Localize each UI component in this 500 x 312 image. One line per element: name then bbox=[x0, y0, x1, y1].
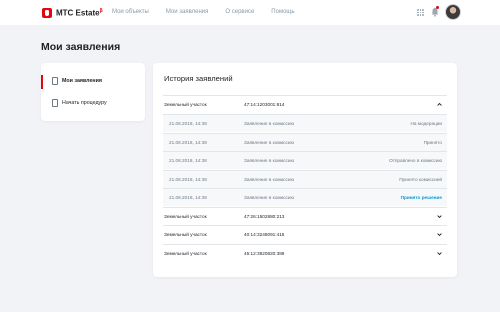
entry-date: 21.08.2018, 14:38 bbox=[169, 121, 207, 126]
history-entry-row: 21.08.2018, 14:38 Заявление в комиссию П… bbox=[163, 133, 447, 151]
object-type: Земельный участок bbox=[164, 251, 207, 256]
logo-text: МТС Estateβ bbox=[56, 7, 103, 18]
sidebar-item-label: Мои заявления bbox=[62, 78, 102, 84]
entry-event: Заявление в комиссию bbox=[244, 177, 294, 182]
object-type: Земельный участок bbox=[164, 232, 207, 237]
entry-event: Заявление в комиссию bbox=[244, 195, 294, 200]
history-group-row[interactable]: Земельный участок 47:26:1502880:213 bbox=[163, 207, 447, 225]
entry-status: Принято комиссией bbox=[399, 177, 442, 182]
history-group-row[interactable]: Земельный участок 40:14:3248091:415 bbox=[163, 225, 447, 243]
document-icon bbox=[52, 99, 58, 107]
top-header: МТС Estateβ Мои объекты Мои заявления О … bbox=[0, 0, 500, 25]
entry-event: Заявление в комиссию bbox=[244, 121, 294, 126]
entry-date: 21.08.2018, 14:38 bbox=[169, 195, 207, 200]
chevron-down-icon[interactable] bbox=[437, 214, 442, 219]
sidebar-item-start-procedure[interactable]: Начать процедуру bbox=[41, 94, 145, 112]
sidebar-item-my-applications[interactable]: Мои заявления bbox=[41, 72, 145, 90]
cadastral-number: 45:12:3820820:389 bbox=[244, 251, 285, 256]
history-group-row[interactable]: Земельный участок 45:12:3820820:389 bbox=[163, 244, 447, 262]
entry-event: Заявление в комиссию bbox=[244, 140, 294, 145]
cadastral-number: 47:14:1203001:814 bbox=[244, 102, 285, 107]
object-type: Земельный участок bbox=[164, 102, 207, 107]
entry-event: Заявление в комиссию bbox=[244, 158, 294, 163]
entry-status: Отправлено в комиссию bbox=[389, 158, 442, 163]
entry-date: 21.08.2018, 14:38 bbox=[169, 177, 207, 182]
cadastral-number: 47:26:1502880:213 bbox=[244, 214, 285, 219]
entry-date: 21.08.2018, 14:38 bbox=[169, 158, 207, 163]
nav-my-applications[interactable]: Мои заявления bbox=[166, 8, 209, 16]
notification-dot bbox=[436, 6, 439, 9]
entry-status: На модерации bbox=[410, 121, 443, 126]
nav-help[interactable]: Помощь bbox=[271, 8, 294, 16]
apps-grid-icon[interactable] bbox=[417, 9, 424, 16]
history-group-row[interactable]: Земельный участок 47:14:1203001:814 bbox=[163, 95, 447, 113]
avatar[interactable] bbox=[445, 4, 461, 20]
sidebar: Мои заявления Начать процедуру bbox=[41, 63, 145, 121]
nav-about[interactable]: О сервисе bbox=[225, 8, 254, 16]
object-type: Земельный участок bbox=[164, 214, 207, 219]
entry-status-decision-link[interactable]: Принято решение bbox=[401, 195, 442, 201]
page-title: Мои заявления bbox=[41, 41, 121, 53]
mts-logo-icon bbox=[42, 7, 52, 18]
history-entry-row: 21.08.2018, 14:38 Заявление в комиссию П… bbox=[163, 188, 447, 206]
chevron-up-icon[interactable] bbox=[437, 102, 442, 107]
nav-my-objects[interactable]: Мои объекты bbox=[112, 8, 149, 16]
history-entry-row: 21.08.2018, 14:38 Заявление в комиссию О… bbox=[163, 151, 447, 169]
sidebar-item-label: Начать процедуру bbox=[62, 100, 107, 106]
entry-date: 21.08.2018, 14:38 bbox=[169, 140, 207, 145]
logo[interactable]: МТС Estateβ bbox=[42, 7, 103, 18]
document-icon bbox=[52, 77, 58, 85]
cadastral-number: 40:14:3248091:415 bbox=[244, 232, 285, 237]
main-nav: Мои объекты Мои заявления О сервисе Помо… bbox=[112, 8, 311, 16]
entry-status: Принято bbox=[423, 140, 442, 145]
history-entry-row: 21.08.2018, 14:38 Заявление в комиссию Н… bbox=[163, 114, 447, 132]
card-title: История заявлений bbox=[164, 74, 233, 83]
chevron-down-icon[interactable] bbox=[437, 232, 442, 237]
chevron-down-icon[interactable] bbox=[437, 251, 442, 256]
history-card: История заявлений Земельный участок 47:1… bbox=[153, 63, 457, 277]
history-entry-row: 21.08.2018, 14:38 Заявление в комиссию П… bbox=[163, 170, 447, 188]
